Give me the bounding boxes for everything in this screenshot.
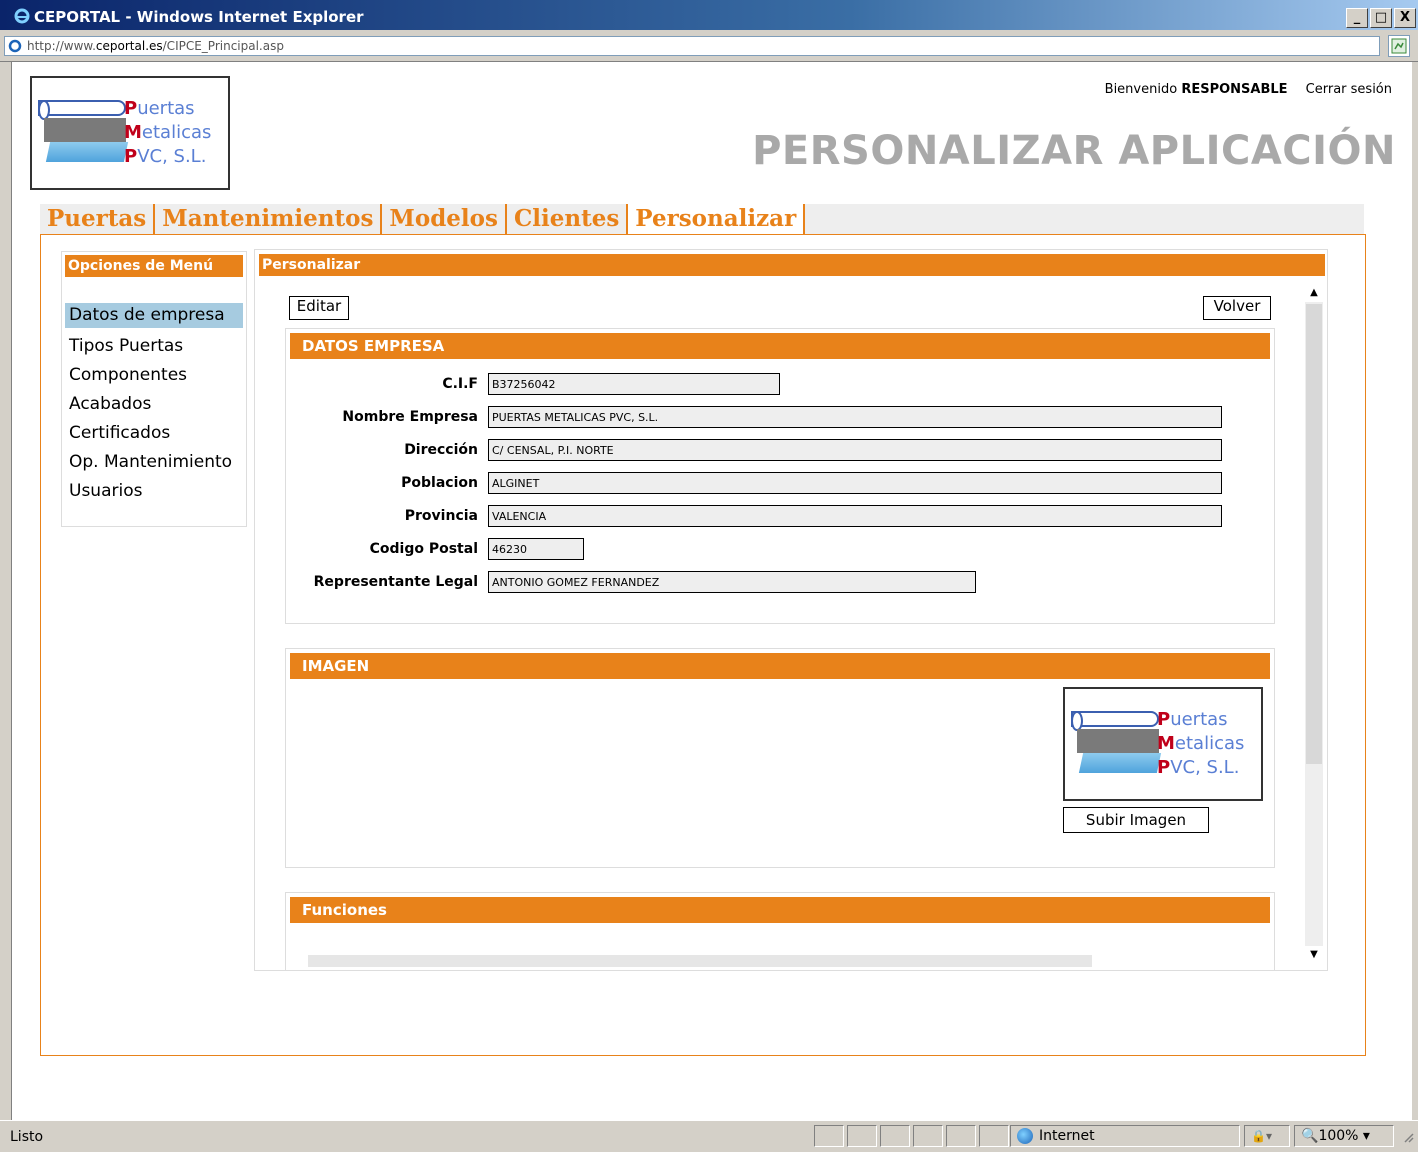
tab-mantenimientos[interactable]: Mantenimientos — [155, 204, 383, 234]
url-prefix: http://www. — [27, 39, 96, 53]
ie-icon — [14, 8, 30, 24]
field-label: Provincia — [404, 508, 478, 524]
status-bar: Listo Internet 🔒▾ 🔍100% ▾ — [0, 1120, 1418, 1152]
field-input[interactable] — [488, 406, 1222, 428]
status-cells — [814, 1125, 1009, 1147]
window-frame-left — [0, 62, 12, 1120]
logout-link[interactable]: Cerrar sesión — [1306, 82, 1392, 97]
form-row: Poblacion — [286, 472, 1274, 496]
side-menu-item[interactable]: Usuarios — [65, 477, 243, 506]
maximize-button[interactable]: □ — [1370, 8, 1392, 28]
logo-line-1: Puertas — [124, 98, 195, 119]
close-button[interactable]: X — [1394, 8, 1416, 28]
page-icon — [8, 39, 22, 53]
window-title: CEPORTAL - Windows Internet Explorer — [34, 8, 364, 26]
zoom-level: 100% — [1318, 1128, 1359, 1144]
imagen-section: IMAGEN Puertas Metalicas PVC, S.L. Subir… — [285, 648, 1275, 868]
side-menu-item[interactable]: Acabados — [65, 390, 243, 419]
welcome-area: Bienvenido RESPONSABLE Cerrar sesión — [1105, 82, 1392, 97]
funciones-content-bar — [308, 955, 1092, 967]
field-input[interactable] — [488, 439, 1222, 461]
logo-blue-shape — [45, 142, 129, 162]
datos-empresa-section: DATOS EMPRESA C.I.F Nombre Empresa Direcci… — [285, 328, 1275, 624]
user-name: RESPONSABLE — [1181, 82, 1288, 97]
form-row: Dirección — [286, 439, 1274, 463]
tab-clientes[interactable]: Clientes — [507, 204, 629, 234]
page-title: PERSONALIZAR APLICACIÓN — [752, 128, 1396, 174]
form-row: C.I.F — [286, 373, 1274, 397]
datos-empresa-header: DATOS EMPRESA — [290, 333, 1270, 359]
field-input[interactable] — [488, 505, 1222, 527]
compat-view-icon[interactable] — [1388, 35, 1410, 57]
scroll-up-icon[interactable]: ▲ — [1305, 284, 1323, 302]
side-menu-item[interactable]: Op. Mantenimiento — [65, 448, 243, 477]
funciones-section: Funciones — [285, 892, 1275, 970]
status-text: Listo — [10, 1129, 44, 1145]
back-button[interactable]: Volver — [1203, 296, 1271, 320]
company-logo: Puertas Metalicas PVC, S.L. — [30, 76, 230, 190]
form-row: Nombre Empresa — [286, 406, 1274, 430]
company-image-preview: Puertas Metalicas PVC, S.L. — [1063, 687, 1263, 801]
zone-label: Internet — [1039, 1128, 1095, 1144]
minimize-button[interactable]: _ — [1346, 8, 1368, 28]
logo-roll-shape — [38, 100, 126, 120]
main-tabs: Puertas Mantenimientos Modelos Clientes Pers… — [40, 204, 1364, 234]
field-label: Nombre Empresa — [342, 409, 478, 425]
welcome-label: Bienvenido — [1104, 82, 1178, 97]
logo-grey-shape — [44, 118, 126, 142]
zoom-control[interactable]: 🔍100% ▾ — [1294, 1125, 1394, 1147]
window-frame-right — [1412, 62, 1418, 1120]
edit-button[interactable]: Editar — [289, 296, 349, 320]
tab-modelos[interactable]: Modelos — [382, 204, 507, 234]
globe-icon — [1017, 1128, 1033, 1144]
funciones-header: Funciones — [290, 897, 1270, 923]
field-label: Dirección — [404, 442, 478, 458]
upload-image-button[interactable]: Subir Imagen — [1063, 807, 1209, 833]
field-input[interactable] — [488, 571, 976, 593]
field-label: Codigo Postal — [369, 541, 478, 557]
side-menu-header: Opciones de Menú — [65, 255, 243, 277]
address-bar: http://www.ceportal.es/CIPCE_Principal.a… — [0, 30, 1418, 62]
side-menu-item[interactable]: Tipos Puertas — [65, 332, 243, 361]
protected-mode-icon[interactable]: 🔒▾ — [1244, 1125, 1290, 1147]
scroll-thumb[interactable] — [1306, 304, 1322, 764]
content-panel: Personalizar Editar Volver DATOS EMPRESA… — [254, 249, 1328, 971]
side-menu-item[interactable]: Datos de empresa — [65, 303, 243, 328]
field-label: Poblacion — [401, 475, 478, 491]
resize-grip-icon[interactable] — [1402, 1131, 1414, 1143]
side-menu: Opciones de Menú Datos de empresa Tipos P… — [61, 251, 247, 527]
tab-personalizar[interactable]: Personalizar — [628, 204, 806, 234]
scroll-down-icon[interactable]: ▼ — [1305, 946, 1323, 964]
form-row: Representante Legal — [286, 571, 1274, 595]
url-field[interactable]: http://www.ceportal.es/CIPCE_Principal.a… — [4, 36, 1380, 56]
field-input[interactable] — [488, 472, 1222, 494]
field-label: Representante Legal — [313, 574, 478, 590]
panel-scrollbar[interactable]: ▲ ▼ — [1305, 284, 1323, 964]
field-input[interactable] — [488, 373, 780, 395]
page-viewport: Puertas Metalicas PVC, S.L. Bienvenido R… — [12, 62, 1412, 1120]
form-row: Codigo Postal — [286, 538, 1274, 562]
side-menu-item[interactable]: Certificados — [65, 419, 243, 448]
side-menu-item[interactable]: Componentes — [65, 361, 243, 390]
field-label: C.I.F — [442, 376, 478, 392]
window-titlebar: CEPORTAL - Windows Internet Explorer _ □… — [0, 0, 1418, 30]
logo-line-2: Metalicas — [124, 122, 212, 143]
logo-line-3: PVC, S.L. — [124, 146, 207, 167]
security-zone[interactable]: Internet — [1010, 1125, 1240, 1147]
url-domain: ceportal.es — [95, 39, 163, 53]
url-path: /CIPCE_Principal.asp — [162, 39, 284, 53]
main-frame: Opciones de Menú Datos de empresa Tipos P… — [40, 234, 1366, 1056]
panel-header: Personalizar — [259, 254, 1325, 276]
field-input[interactable] — [488, 538, 584, 560]
form-row: Provincia — [286, 505, 1274, 529]
imagen-header: IMAGEN — [290, 653, 1270, 679]
tab-puertas[interactable]: Puertas — [40, 204, 156, 234]
